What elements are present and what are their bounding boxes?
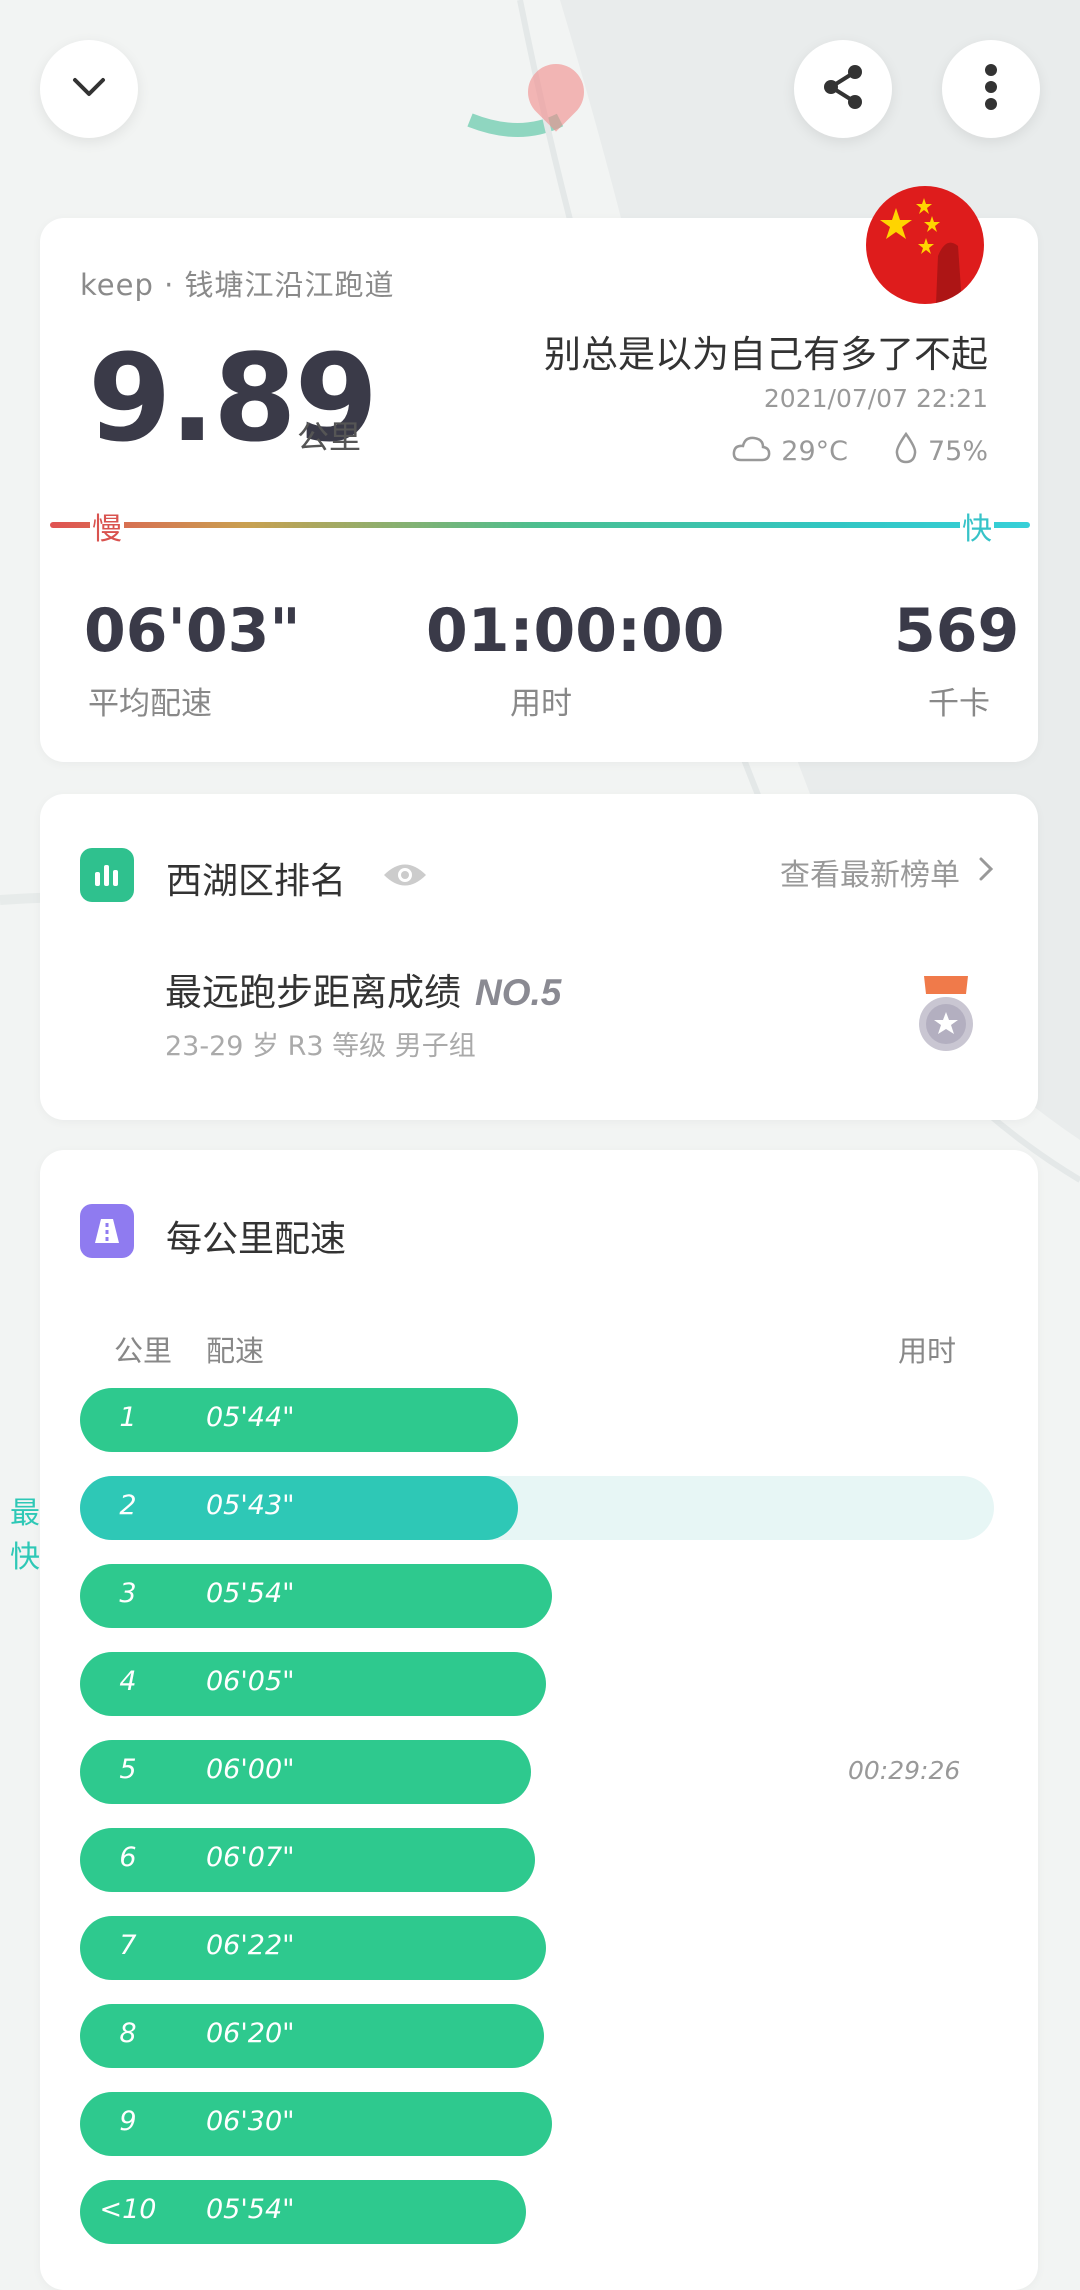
km-pace: 06'07": [206, 1842, 295, 1873]
bar-chart-icon: [80, 848, 134, 902]
chevron-down-icon: [71, 76, 107, 102]
collapse-button[interactable]: [40, 40, 138, 138]
avg-pace-value: 06'03": [84, 596, 301, 666]
km-number: 3: [119, 1578, 137, 1609]
pace-section-title: 每公里配速: [166, 1219, 347, 1260]
run-source-location: keep · 钱塘江沿江跑道: [80, 268, 395, 302]
ranking-group: 23-29 岁 R3 等级 男子组: [165, 1031, 476, 1062]
run-datetime: 2021/07/07 22:21: [763, 384, 988, 413]
more-vertical-icon: [984, 63, 998, 115]
chevron-right-icon: [978, 855, 994, 890]
cumulative-time: 00:29:26: [848, 1756, 961, 1785]
km-number: 6: [119, 1842, 137, 1873]
km-number: <10: [99, 2194, 157, 2225]
ranking-achievement: 最远跑步距离成绩 NO.5: [165, 962, 561, 1016]
more-options-button[interactable]: [942, 40, 1040, 138]
view-latest-ranking-label: 查看最新榜单: [780, 858, 960, 893]
pace-gradient-bar: [50, 522, 1030, 528]
km-number: 7: [119, 1930, 137, 1961]
column-km: 公里: [114, 1334, 173, 1368]
temperature: 29°C: [781, 436, 848, 467]
track-icon: [80, 1204, 134, 1258]
humidity: 75%: [927, 436, 988, 467]
km-number: 5: [119, 1754, 137, 1785]
km-number: 4: [119, 1666, 137, 1697]
km-number: 2: [119, 1490, 137, 1521]
km-pace: 05'44": [206, 1402, 295, 1433]
km-number: 8: [119, 2018, 137, 2049]
km-pace: 05'54": [206, 2194, 295, 2225]
km-pace: 05'43": [206, 1490, 295, 1521]
km-number: 1: [119, 1402, 137, 1433]
avg-pace-label: 平均配速: [88, 686, 212, 722]
weather-info: 29°C 75%: [731, 431, 988, 471]
calories-label: 千卡: [928, 686, 990, 722]
ranking-title: 西湖区排名: [166, 861, 347, 902]
km-pace: 06'05": [206, 1666, 295, 1697]
cloud-icon: [731, 434, 771, 469]
km-pace: 06'22": [206, 1930, 295, 1961]
km-pace: 06'00": [206, 1754, 295, 1785]
medal-icon: [916, 976, 976, 1058]
distance-unit: 公里: [297, 418, 362, 456]
pace-slow-label: 慢: [90, 504, 124, 548]
km-pace: 05'54": [206, 1578, 295, 1609]
achievement-label: 最远跑步距离成绩: [165, 971, 461, 1014]
ranking-card[interactable]: [40, 794, 1038, 1120]
km-pace: 06'30": [206, 2106, 295, 2137]
column-pace: 配速: [206, 1334, 265, 1368]
duration-label: 用时: [510, 686, 572, 722]
rank-number: NO.5: [475, 972, 562, 1013]
eye-icon[interactable]: [382, 860, 428, 894]
column-time: 用时: [898, 1334, 957, 1368]
user-motto: 别总是以为自己有多了不起: [544, 333, 988, 376]
km-pace: 06'20": [206, 2018, 295, 2049]
share-button[interactable]: [794, 40, 892, 138]
calories-value: 569: [894, 596, 1020, 666]
share-icon: [819, 63, 867, 115]
duration-value: 01:00:00: [426, 596, 725, 666]
humidity-drop-icon: [894, 431, 918, 471]
pace-fast-label: 快: [960, 504, 994, 548]
avatar[interactable]: [866, 186, 984, 304]
km-number: 9: [119, 2106, 137, 2137]
view-latest-ranking-link[interactable]: 查看最新榜单: [780, 850, 994, 894]
fastest-tag: 最快: [10, 1496, 40, 1575]
